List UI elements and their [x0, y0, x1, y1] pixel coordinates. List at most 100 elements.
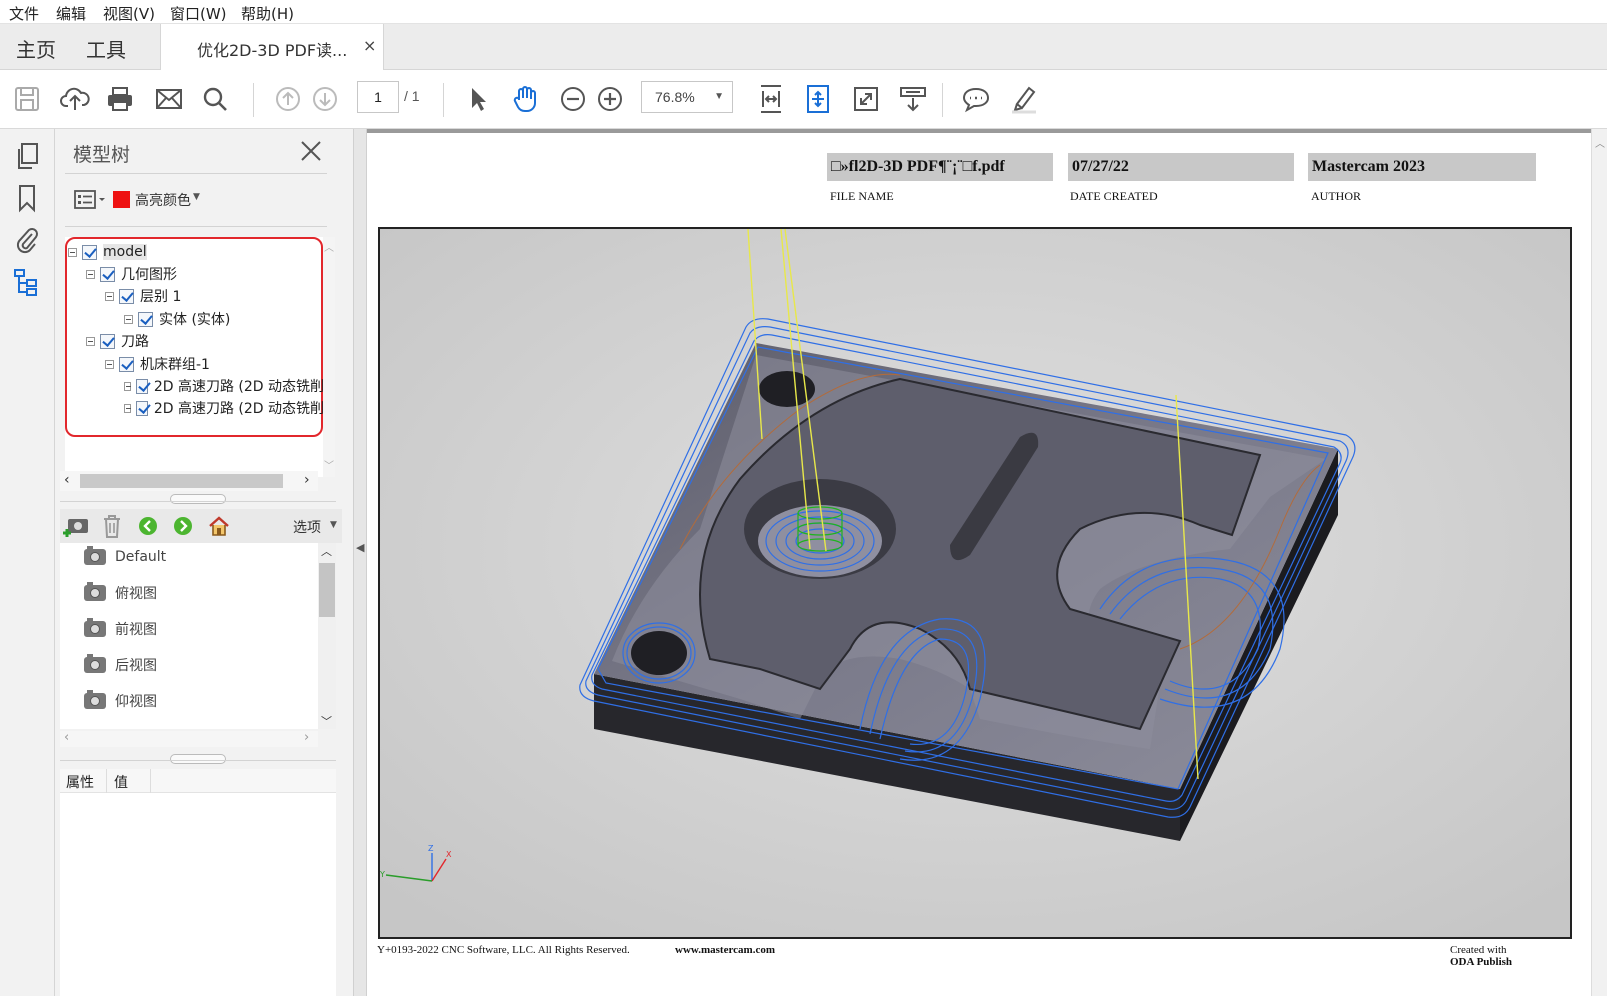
tab-document[interactable]: 优化2D-3D PDF读... ×: [160, 24, 384, 70]
checkbox-checked-icon[interactable]: [138, 311, 153, 327]
tree-node[interactable]: 2D 高速刀路 (2D 动态铣削: [124, 376, 324, 396]
tree-node[interactable]: 实体 (实体): [124, 309, 230, 329]
scroll-thumb[interactable]: [319, 563, 335, 617]
list-item[interactable]: 前视图: [84, 617, 157, 641]
checkbox-checked-icon[interactable]: [119, 288, 134, 304]
menu-view[interactable]: 视图(V): [103, 3, 155, 24]
save-icon[interactable]: [9, 81, 45, 117]
list-item[interactable]: 后视图: [84, 653, 157, 677]
hand-tool-icon[interactable]: [507, 81, 543, 117]
search-icon[interactable]: [197, 81, 233, 117]
delete-view-icon[interactable]: [100, 513, 124, 539]
tree-node[interactable]: 机床群组-1: [105, 354, 210, 374]
menu-file[interactable]: 文件: [9, 3, 39, 24]
mail-icon[interactable]: [151, 81, 187, 117]
scroll-left-icon[interactable]: ‹: [64, 730, 69, 745]
tree-node[interactable]: 2D 高速刀路 (2D 动态铣削: [124, 398, 324, 418]
tree-node[interactable]: model: [68, 242, 147, 262]
file-name-value: □»fl2D-3D PDF¶¨¡¨□f.pdf: [827, 153, 1053, 181]
fit-width-icon[interactable]: [800, 81, 836, 117]
highlight-color-swatch[interactable]: [113, 191, 130, 208]
highlight-pen-icon[interactable]: [1006, 81, 1042, 117]
collapse-icon[interactable]: [86, 269, 95, 279]
splitter-handle[interactable]: [170, 754, 226, 764]
tree-node[interactable]: 几何图形: [86, 264, 177, 284]
scroll-up-icon[interactable]: ︿: [324, 239, 334, 254]
scroll-left-icon[interactable]: ‹: [64, 472, 70, 488]
zoom-select[interactable]: 76.8% ▼: [641, 81, 733, 113]
add-view-icon[interactable]: [62, 513, 90, 539]
print-icon[interactable]: [102, 81, 138, 117]
scroll-thumb[interactable]: [80, 474, 283, 488]
checkbox-checked-icon[interactable]: [100, 266, 115, 282]
checkbox-checked-icon[interactable]: [136, 378, 148, 394]
model-tree-icon[interactable]: [10, 265, 44, 299]
list-item[interactable]: Default: [84, 545, 166, 569]
tab-tools[interactable]: 工具: [86, 34, 126, 63]
cloud-upload-icon[interactable]: [57, 81, 93, 117]
views-list: Default 俯视图 前视图 后视图 仰视图 ︿ ﹀: [60, 543, 336, 729]
options-menu[interactable]: 选项: [293, 517, 321, 537]
views-horizontal-scrollbar[interactable]: ‹ ›: [60, 730, 318, 747]
tree-horizontal-scrollbar[interactable]: ‹ ›: [60, 471, 318, 491]
collapse-icon[interactable]: [68, 247, 77, 257]
checkbox-checked-icon[interactable]: [136, 400, 148, 416]
zoom-in-icon[interactable]: [592, 81, 628, 117]
collapse-icon[interactable]: [105, 359, 114, 369]
footer-url[interactable]: www.mastercam.com: [675, 944, 775, 956]
full-screen-icon[interactable]: [848, 81, 884, 117]
list-item[interactable]: 俯视图: [84, 581, 157, 605]
comment-icon[interactable]: [958, 81, 994, 117]
list-item[interactable]: 仰视图: [84, 689, 157, 713]
scroll-right-icon[interactable]: ›: [304, 472, 310, 488]
tree-node-label: 2D 高速刀路 (2D 动态铣削: [153, 401, 324, 417]
highlight-color-label[interactable]: 高亮颜色: [135, 190, 191, 210]
checkbox-checked-icon[interactable]: [100, 333, 115, 349]
list-options-icon[interactable]: [73, 189, 105, 211]
bookmark-icon[interactable]: [10, 181, 44, 215]
collapse-icon[interactable]: [86, 336, 95, 346]
document-vertical-scrollbar[interactable]: ︿: [1591, 129, 1607, 996]
panel-splitter[interactable]: ◀: [353, 129, 367, 996]
scroll-up-icon[interactable]: ︿: [321, 543, 332, 559]
chevron-down-icon[interactable]: ▼: [330, 520, 337, 530]
collapse-icon[interactable]: [124, 403, 132, 413]
collapse-icon[interactable]: [124, 381, 132, 391]
next-view-icon[interactable]: [173, 516, 193, 536]
view-label: 后视图: [115, 658, 157, 674]
page-up-icon[interactable]: [270, 81, 306, 117]
tree-vertical-scrollbar[interactable]: ︿ ﹀: [323, 237, 335, 477]
scroll-right-icon[interactable]: ›: [304, 730, 309, 745]
scroll-down-icon[interactable]: ﹀: [321, 713, 332, 729]
close-tab-icon[interactable]: ×: [363, 36, 376, 55]
collapse-icon[interactable]: [124, 314, 133, 324]
splitter-handle[interactable]: [170, 494, 226, 504]
close-panel-icon[interactable]: [298, 138, 324, 164]
scroll-mode-icon[interactable]: [895, 81, 931, 117]
page-number-input[interactable]: 1: [357, 81, 399, 113]
scroll-down-icon[interactable]: ﹀: [324, 457, 334, 472]
fit-page-icon[interactable]: [753, 81, 789, 117]
pages-icon[interactable]: [10, 139, 44, 173]
previous-view-icon[interactable]: [138, 516, 158, 536]
tree-node[interactable]: 刀路: [86, 331, 149, 351]
page-down-icon[interactable]: [307, 81, 343, 117]
checkbox-checked-icon[interactable]: [82, 244, 97, 260]
scroll-up-icon[interactable]: ︿: [1595, 135, 1605, 150]
collapse-panel-icon[interactable]: ◀: [356, 541, 364, 554]
zoom-out-icon[interactable]: [555, 81, 591, 117]
home-view-icon[interactable]: [207, 514, 231, 538]
attachment-icon[interactable]: [10, 222, 44, 256]
checkbox-checked-icon[interactable]: [119, 356, 134, 372]
chevron-down-icon[interactable]: ▼: [193, 192, 200, 202]
menu-window[interactable]: 窗口(W): [170, 3, 227, 24]
collapse-icon[interactable]: [105, 291, 114, 301]
3d-model-viewport[interactable]: Z X Y: [378, 227, 1572, 939]
select-cursor-icon[interactable]: [459, 81, 495, 117]
views-vertical-scrollbar[interactable]: ︿ ﹀: [318, 543, 336, 729]
menu-help[interactable]: 帮助(H): [241, 3, 294, 24]
camera-icon: [84, 546, 106, 565]
tree-node[interactable]: 层别 1: [105, 286, 181, 306]
tab-home[interactable]: 主页: [16, 34, 56, 63]
menu-edit[interactable]: 编辑: [56, 3, 86, 24]
